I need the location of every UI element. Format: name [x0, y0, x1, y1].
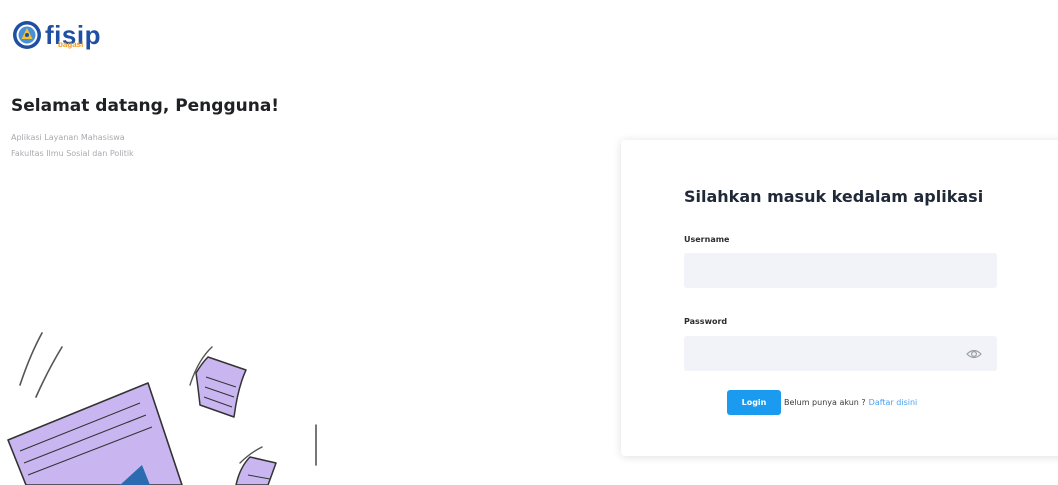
register-prompt: Belum punya akun ?	[784, 398, 866, 407]
register-link[interactable]: Daftar disini	[869, 398, 918, 407]
username-input[interactable]	[684, 253, 997, 288]
large-paper	[7, 382, 183, 485]
password-input[interactable]	[684, 336, 997, 371]
logo-wordmark: fisip bagasi	[45, 22, 101, 49]
app-logo: fisip bagasi	[12, 20, 101, 50]
password-label: Password	[684, 317, 728, 326]
eye-icon[interactable]	[966, 346, 982, 362]
login-page: fisip bagasi Selamat datang, Pengguna! A…	[0, 0, 1058, 485]
small-paper	[195, 356, 247, 418]
university-emblem-icon	[13, 21, 41, 49]
welcome-subtitle-line1: Aplikasi Layanan Mahasiswa	[11, 133, 125, 142]
login-title: Silahkan masuk kedalam aplikasi	[684, 187, 984, 206]
welcome-title: Selamat datang, Pengguna!	[11, 96, 280, 116]
flying-papers-illustration	[7, 332, 317, 485]
motion-line	[19, 332, 43, 386]
username-label: Username	[684, 235, 730, 244]
welcome-subtitle: Aplikasi Layanan Mahasiswa Fakultas Ilmu…	[11, 130, 134, 162]
welcome-subtitle-line2: Fakultas Ilmu Sosial dan Politik	[11, 149, 134, 158]
login-button[interactable]: Login	[727, 390, 781, 415]
login-actions: Login Belum punya akun ? Daftar disini	[727, 390, 917, 415]
login-card: Silahkan masuk kedalam aplikasi Username…	[621, 140, 1058, 456]
logo-sub-text: bagasi	[58, 40, 84, 49]
motion-line	[35, 346, 63, 398]
